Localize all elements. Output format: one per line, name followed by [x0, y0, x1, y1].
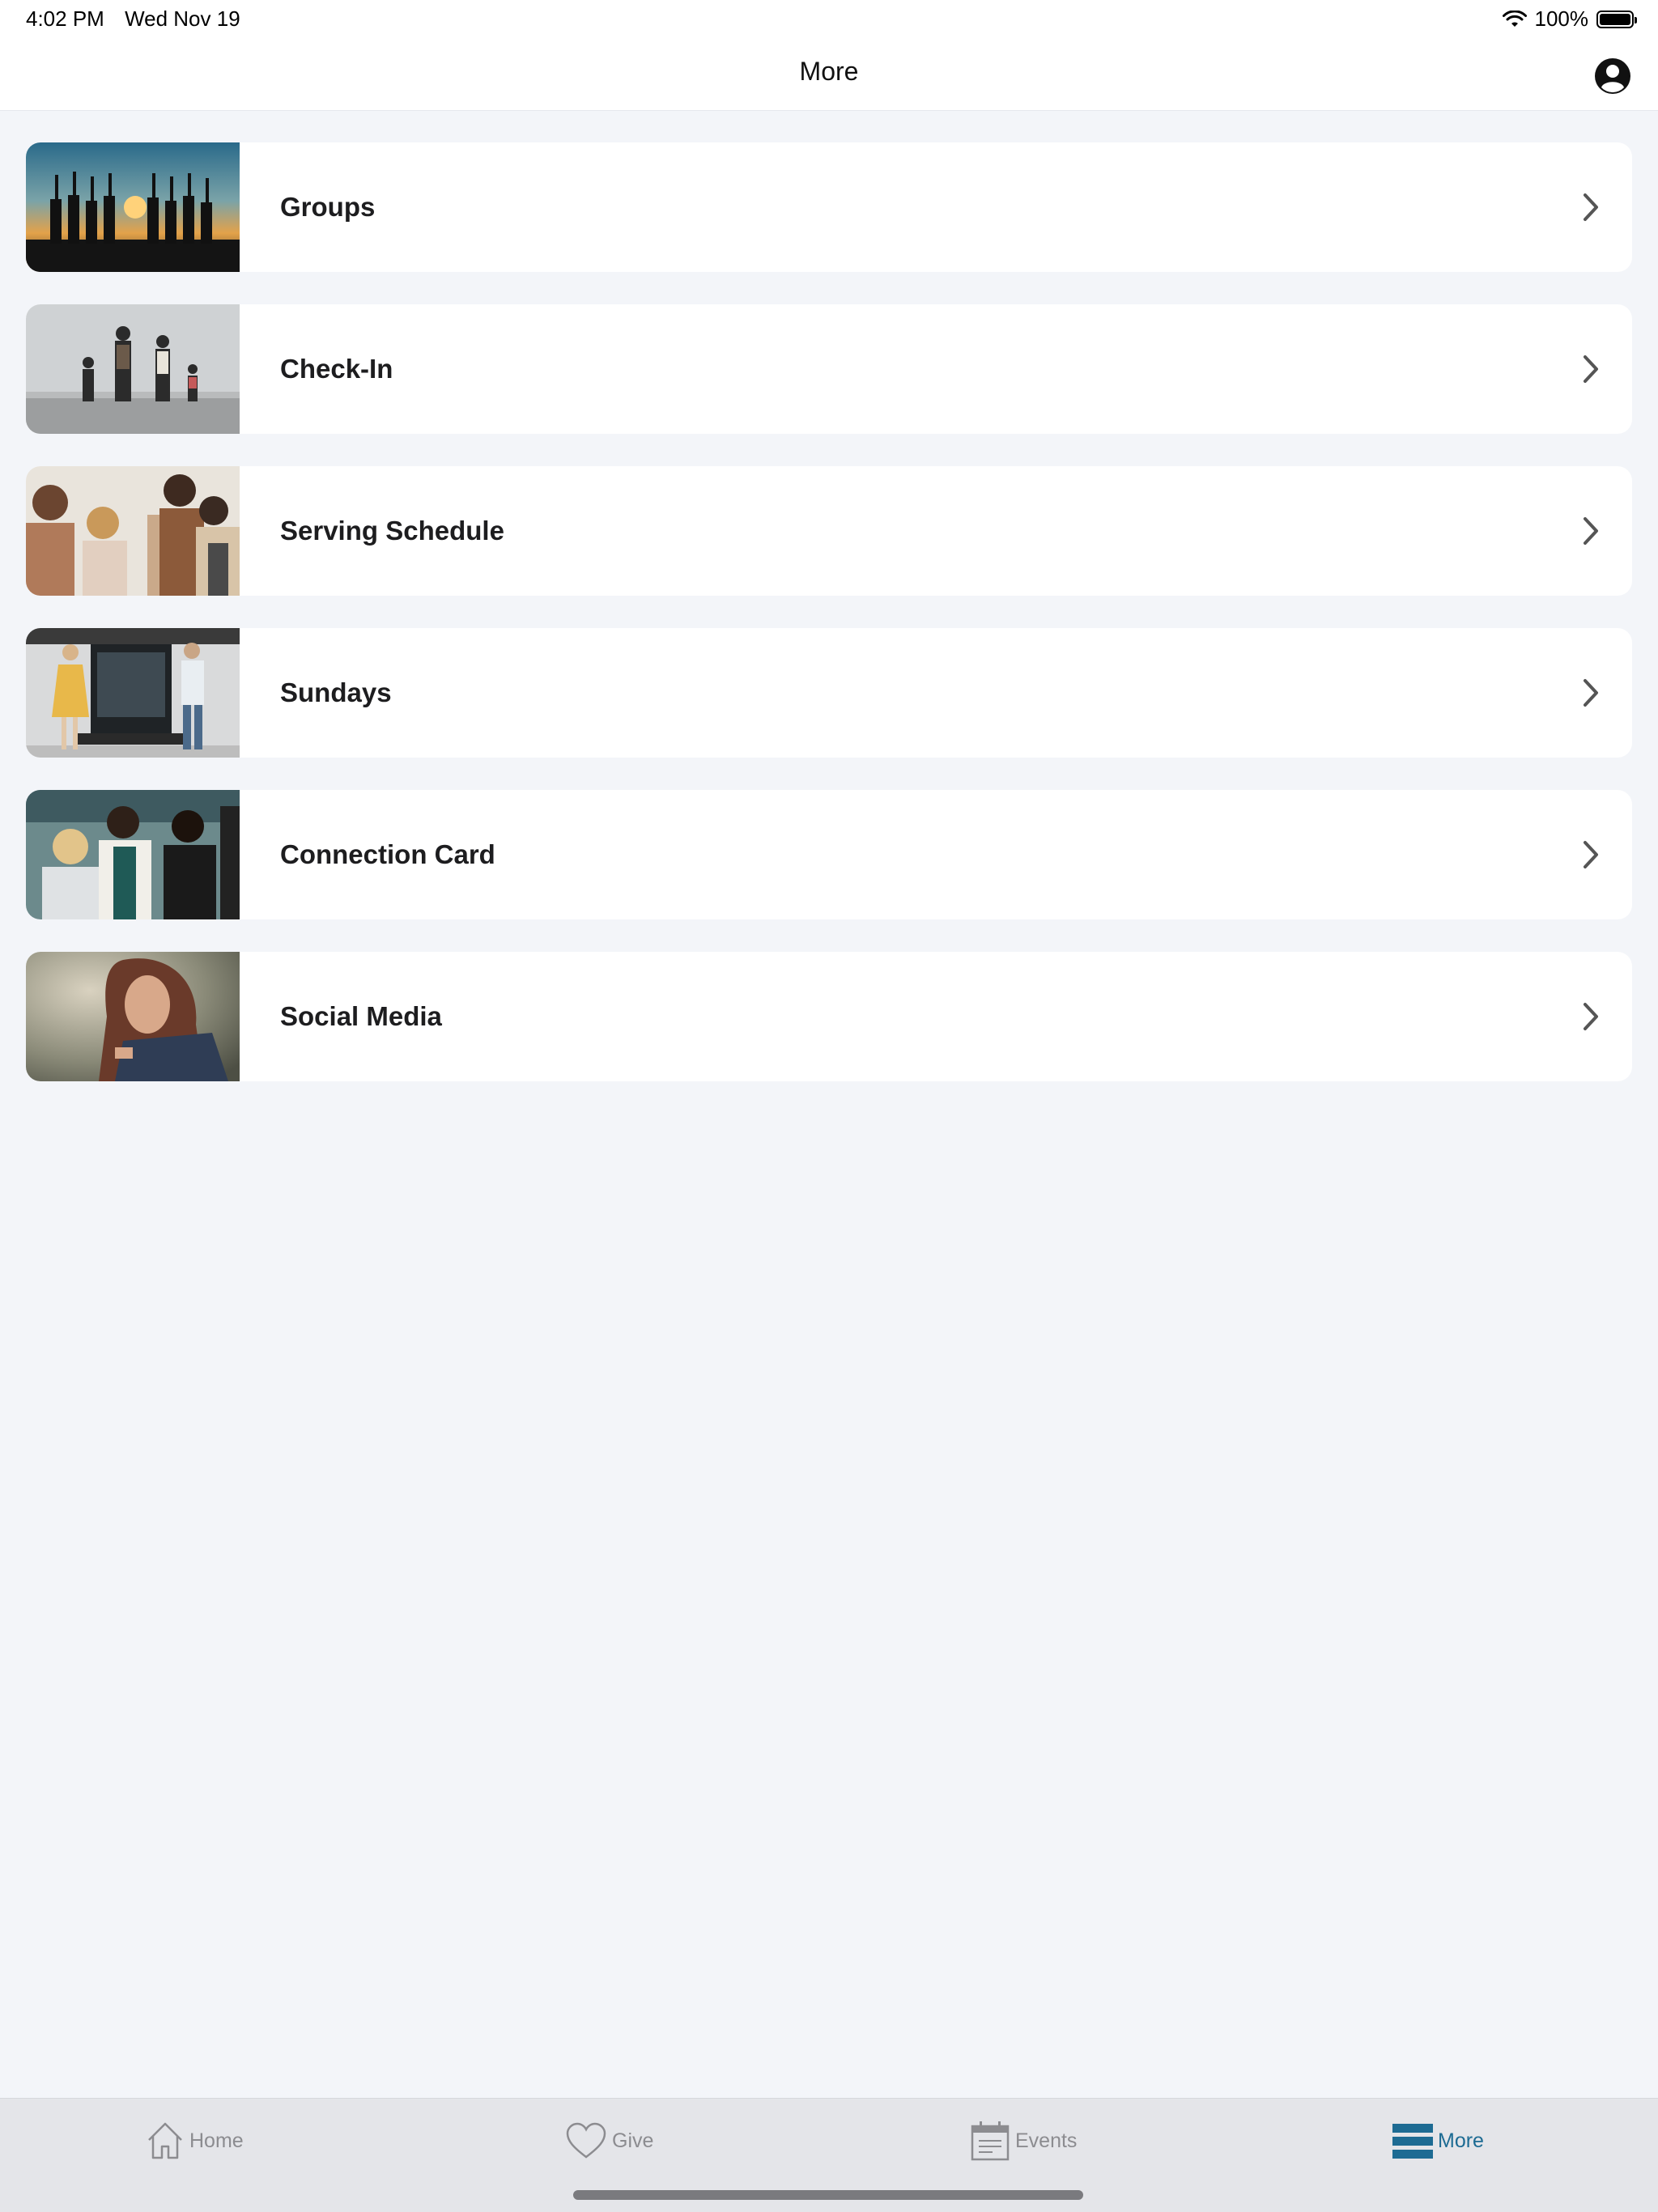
connection-card-thumbnail — [26, 790, 240, 919]
menu-item-label: Groups — [280, 192, 376, 222]
social-media-thumbnail — [26, 952, 240, 1081]
battery-percent: 100% — [1534, 6, 1589, 31]
chevron-right-icon — [1584, 679, 1598, 707]
wifi-icon — [1502, 10, 1527, 27]
status-time: 4:02 PM — [26, 6, 104, 31]
heart-icon — [566, 2122, 606, 2159]
user-profile-icon — [1595, 58, 1630, 94]
menu-item-label: Social Media — [280, 1001, 442, 1031]
menu-item-serving-schedule[interactable]: Serving Schedule — [26, 466, 1632, 596]
menu-icon — [1392, 2124, 1433, 2159]
tab-home[interactable]: Home — [146, 2116, 244, 2165]
chevron-right-icon — [1584, 841, 1598, 868]
chevron-right-icon — [1584, 1003, 1598, 1030]
profile-button[interactable] — [1593, 57, 1632, 96]
battery-icon — [1596, 10, 1637, 28]
serving-schedule-thumbnail — [26, 466, 240, 596]
navigation-bar: More — [0, 39, 1658, 111]
chevron-right-icon — [1584, 517, 1598, 545]
status-left: 4:02 PM Wed Nov 19 — [26, 6, 255, 32]
page-title: More — [799, 57, 859, 86]
menu-item-groups[interactable]: Groups — [26, 142, 1632, 272]
status-date: Wed Nov 19 — [125, 6, 240, 31]
menu-item-label: Sundays — [280, 677, 392, 707]
check-in-thumbnail — [26, 304, 240, 434]
menu-item-social-media[interactable]: Social Media — [26, 952, 1632, 1081]
tab-label: More — [1438, 2129, 1484, 2152]
menu-item-check-in[interactable]: Check-In — [26, 304, 1632, 434]
more-menu-list: Groups Check-In Serving Schedule Sundays… — [26, 142, 1632, 1114]
menu-item-label: Serving Schedule — [280, 516, 504, 546]
status-bar: 4:02 PM Wed Nov 19 100% — [0, 0, 1658, 39]
menu-item-sundays[interactable]: Sundays — [26, 628, 1632, 758]
status-right: 100% — [1502, 6, 1637, 32]
tab-label: Home — [189, 2129, 244, 2152]
menu-item-label: Connection Card — [280, 839, 495, 869]
tab-label: Give — [612, 2129, 654, 2152]
tab-label: Events — [1015, 2129, 1078, 2152]
groups-thumbnail — [26, 142, 240, 272]
chevron-right-icon — [1584, 355, 1598, 383]
menu-item-connection-card[interactable]: Connection Card — [26, 790, 1632, 919]
tab-events[interactable]: Events — [970, 2116, 1077, 2165]
chevron-right-icon — [1584, 193, 1598, 221]
tab-give[interactable]: Give — [565, 2116, 653, 2165]
tab-more[interactable]: More — [1392, 2116, 1484, 2165]
home-indicator[interactable] — [573, 2190, 1083, 2200]
sundays-thumbnail — [26, 628, 240, 758]
calendar-icon — [971, 2121, 1010, 2161]
menu-item-label: Check-In — [280, 354, 393, 384]
house-icon — [148, 2122, 182, 2159]
